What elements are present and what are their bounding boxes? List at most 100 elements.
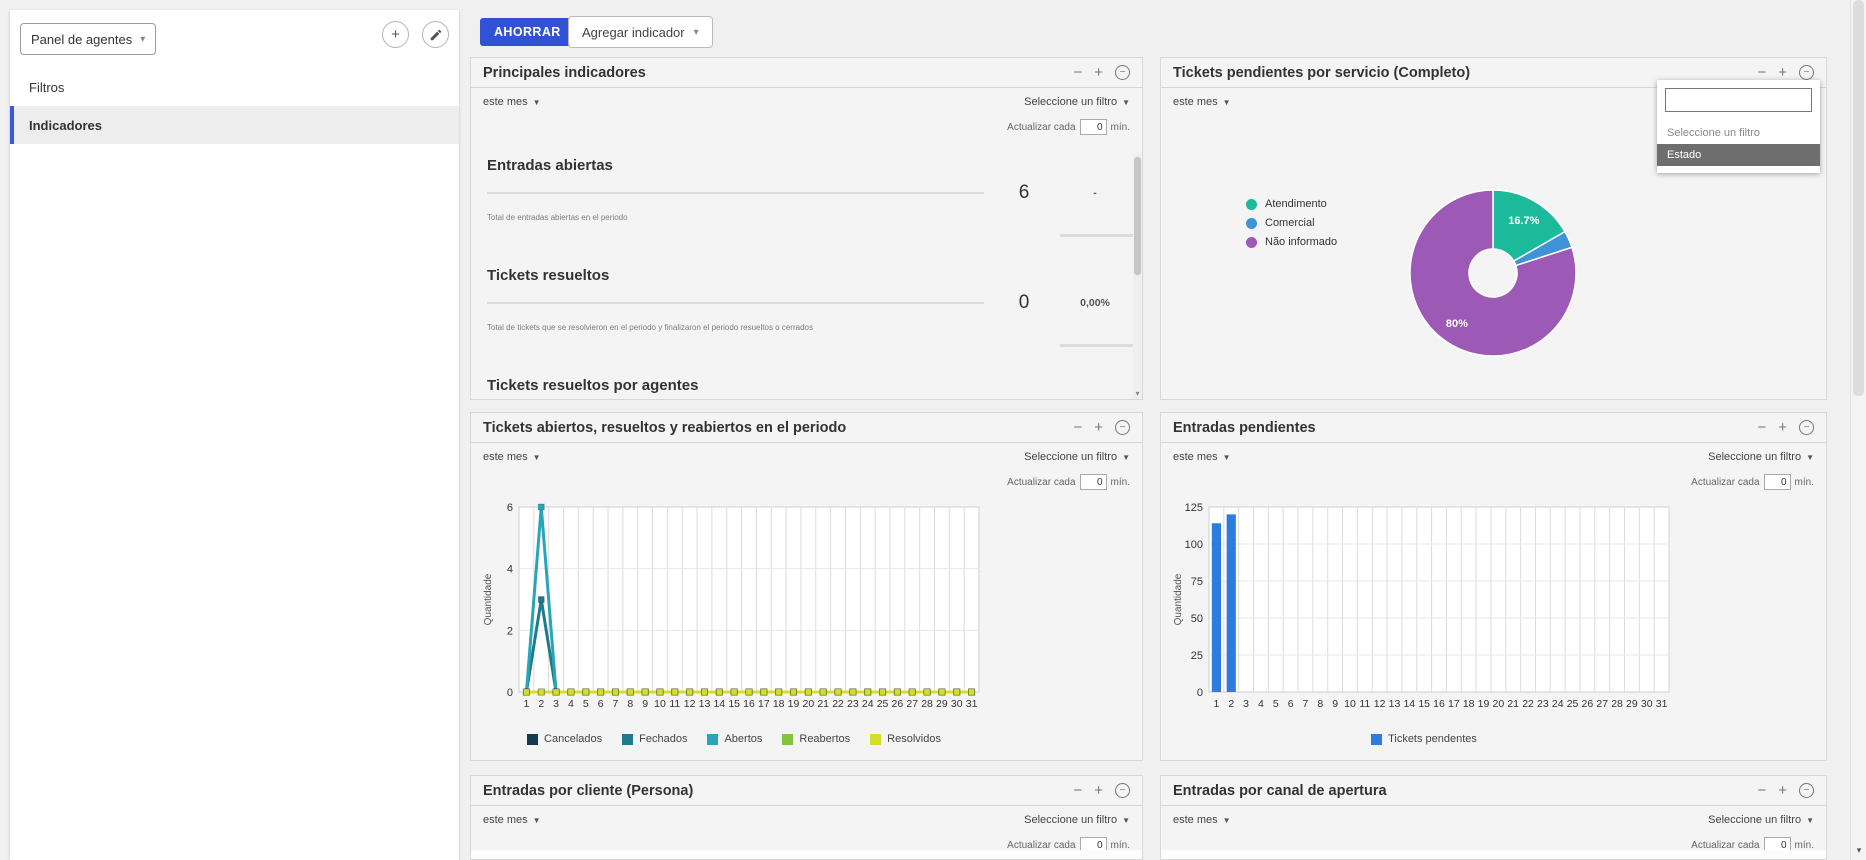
maximize-icon[interactable]: + <box>1778 783 1787 798</box>
svg-text:30: 30 <box>951 698 963 710</box>
svg-text:2: 2 <box>1228 698 1234 710</box>
minimize-icon[interactable]: − <box>1757 783 1766 798</box>
svg-text:17: 17 <box>1448 698 1460 710</box>
add-dashboard-button[interactable]: + <box>382 21 409 48</box>
pencil-icon <box>430 29 441 40</box>
svg-text:2: 2 <box>507 625 513 637</box>
add-indicator-button[interactable]: Agregar indicador ▾ <box>568 16 713 48</box>
minimize-icon[interactable]: − <box>1073 420 1082 435</box>
refresh-suffix: mín. <box>1794 839 1814 851</box>
refresh-interval-input[interactable] <box>1079 474 1107 490</box>
svg-text:27: 27 <box>906 698 918 710</box>
refresh-suffix: mín. <box>1110 839 1130 851</box>
sidebar-item-indicadores[interactable]: Indicadores <box>10 106 459 144</box>
pie-chart: 16.7% 80% <box>1408 188 1578 358</box>
refresh-prefix: Actualizar cada <box>1691 839 1760 851</box>
period-dropdown[interactable]: este mes ▼ <box>1173 814 1231 826</box>
widget-scrollbar[interactable]: ▾ <box>1133 154 1142 399</box>
filter-dropdown[interactable]: Seleccione un filtro ▼ <box>1708 814 1814 826</box>
maximize-icon[interactable]: + <box>1094 65 1103 80</box>
minimize-icon[interactable]: − <box>1757 65 1766 80</box>
maximize-icon[interactable]: + <box>1778 420 1787 435</box>
edit-dashboard-button[interactable] <box>422 21 449 48</box>
period-dropdown[interactable]: este mes ▼ <box>1173 451 1231 463</box>
svg-text:5: 5 <box>1273 698 1279 710</box>
svg-text:10: 10 <box>654 698 666 710</box>
collapse-icon[interactable]: − <box>1799 783 1814 798</box>
period-label: este mes <box>1173 451 1218 463</box>
legend-item: Fechados <box>622 733 687 745</box>
svg-text:30: 30 <box>1641 698 1653 710</box>
scroll-down-icon[interactable]: ▾ <box>1133 389 1142 398</box>
legend-label: Reabertos <box>799 733 851 745</box>
panel-selector-dropdown[interactable]: Panel de agentes ▾ <box>20 23 157 55</box>
widget-title: Entradas pendientes <box>1173 419 1316 436</box>
sidebar-item-filtros[interactable]: Filtros <box>10 68 459 106</box>
filter-dropdown[interactable]: Seleccione un filtro ▼ <box>1708 451 1814 463</box>
widget-entradas-pendientes: Entradas pendientes − + − este mes ▼ Sel… <box>1160 412 1827 761</box>
svg-text:29: 29 <box>1626 698 1638 710</box>
add-indicator-label: Agregar indicador <box>582 24 685 40</box>
minimize-icon[interactable]: − <box>1073 783 1082 798</box>
chevron-down-icon: ▾ <box>693 26 699 38</box>
page-scrollbar[interactable]: ▾ <box>1850 0 1866 860</box>
svg-text:26: 26 <box>1582 698 1594 710</box>
svg-text:100: 100 <box>1185 539 1203 551</box>
collapse-icon[interactable]: − <box>1115 420 1130 435</box>
legend-item: Abertos <box>707 733 762 745</box>
period-dropdown[interactable]: este mes ▼ <box>483 814 541 826</box>
maximize-icon[interactable]: + <box>1094 420 1103 435</box>
legend-swatch <box>527 733 539 745</box>
maximize-icon[interactable]: + <box>1094 783 1103 798</box>
svg-text:23: 23 <box>1537 698 1549 710</box>
widget-title: Tickets abiertos, resueltos y reabiertos… <box>483 419 847 436</box>
svg-text:16.7%: 16.7% <box>1508 215 1539 227</box>
scroll-down-icon[interactable]: ▾ <box>1851 845 1866 856</box>
filter-dropdown[interactable]: Seleccione un filtro ▼ <box>1024 96 1130 108</box>
svg-text:19: 19 <box>1478 698 1490 710</box>
period-dropdown[interactable]: este mes ▼ <box>483 451 541 463</box>
collapse-icon[interactable]: − <box>1115 65 1130 80</box>
sidebar-item-label: Filtros <box>29 79 65 95</box>
chevron-down-icon: ▼ <box>1222 815 1231 825</box>
maximize-icon[interactable]: + <box>1778 65 1787 80</box>
legend-swatch <box>707 733 719 745</box>
chevron-down-icon: ▾ <box>140 33 146 45</box>
svg-text:50: 50 <box>1191 613 1203 625</box>
refresh-interval-input[interactable] <box>1079 119 1107 135</box>
dropdown-option-estado[interactable]: Estado <box>1657 144 1820 166</box>
svg-text:3: 3 <box>1243 698 1249 710</box>
svg-text:31: 31 <box>1656 698 1668 710</box>
refresh-prefix: Actualizar cada <box>1007 839 1076 851</box>
chevron-down-icon: ▼ <box>1806 815 1814 825</box>
filter-search-input[interactable] <box>1665 88 1812 112</box>
save-button[interactable]: AHORRAR <box>480 18 575 46</box>
svg-text:9: 9 <box>642 698 648 710</box>
svg-text:25: 25 <box>877 698 889 710</box>
minimize-icon[interactable]: − <box>1073 65 1082 80</box>
svg-text:0: 0 <box>1197 687 1203 699</box>
sidebar-header: Panel de agentes ▾ + <box>10 10 459 68</box>
filter-label: Seleccione un filtro <box>1024 451 1118 463</box>
collapse-icon[interactable]: − <box>1799 65 1814 80</box>
legend-swatch <box>870 733 882 745</box>
svg-text:23: 23 <box>847 698 859 710</box>
svg-text:20: 20 <box>1493 698 1505 710</box>
svg-text:18: 18 <box>773 698 785 710</box>
period-dropdown[interactable]: este mes ▼ <box>483 96 541 108</box>
scrollbar-thumb[interactable] <box>1134 157 1141 275</box>
divider <box>487 192 984 194</box>
period-label: este mes <box>1173 814 1218 826</box>
period-dropdown[interactable]: este mes ▼ <box>1173 96 1231 108</box>
collapse-icon[interactable]: − <box>1115 783 1130 798</box>
scrollbar-thumb[interactable] <box>1853 0 1864 396</box>
filter-dropdown[interactable]: Seleccione un filtro ▼ <box>1024 451 1130 463</box>
minimize-icon[interactable]: − <box>1757 420 1766 435</box>
dropdown-option-seleccione[interactable]: Seleccione un filtro <box>1657 122 1820 144</box>
svg-text:8: 8 <box>1317 698 1323 710</box>
refresh-interval-input[interactable] <box>1763 474 1791 490</box>
svg-text:1: 1 <box>1213 698 1219 710</box>
collapse-icon[interactable]: − <box>1799 420 1814 435</box>
filter-dropdown[interactable]: Seleccione un filtro ▼ <box>1024 814 1130 826</box>
widget-principales-indicadores: Principales indicadores − + − este mes ▼… <box>470 57 1143 400</box>
